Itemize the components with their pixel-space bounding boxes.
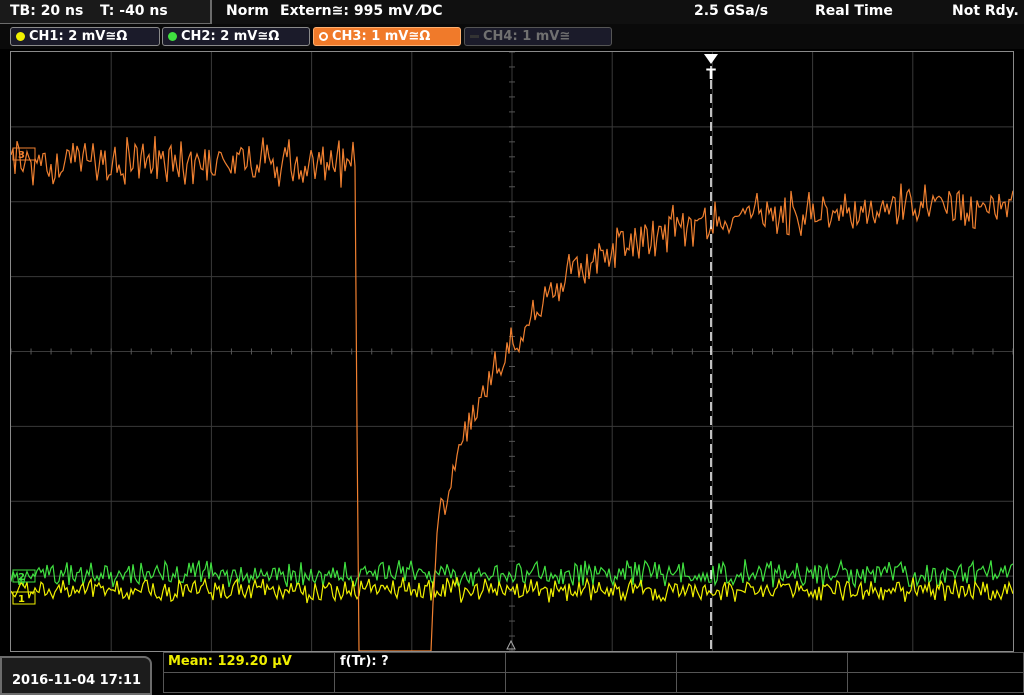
channel-3-button[interactable]: CH3: 1 mV≅Ω (313, 27, 461, 46)
timebase-box[interactable]: TB: 20 ns T: -40 ns (0, 0, 212, 24)
measurement-cell-10[interactable] (847, 672, 1024, 693)
measurement-cell-4[interactable] (676, 652, 848, 673)
acquisition-mode-label[interactable]: Real Time (815, 3, 893, 19)
measurement-cell-5[interactable] (847, 652, 1024, 673)
sample-rate-label[interactable]: 2.5 GSa/s (694, 3, 768, 19)
measurement-cell-9[interactable] (676, 672, 848, 693)
status-bar: TB: 20 ns T: -40 ns Norm Extern≅: 995 mV… (0, 0, 1024, 24)
measurement-cell-6[interactable] (163, 672, 335, 693)
channel-1-offset-label: 1 (18, 594, 25, 605)
graticule (11, 52, 1013, 651)
channel-2-offset-label: 2 (18, 572, 25, 583)
channel-2-label: CH2: 2 mV≅Ω (181, 29, 280, 44)
mean-measurement: Mean: 129.20 µV (168, 654, 292, 669)
datetime-label: 2016-11-04 17:11 (12, 673, 142, 688)
channel-4-button[interactable]: CH4: 1 mV≅ (464, 27, 612, 46)
channel-3-indicator-icon (319, 32, 328, 41)
channel-4-indicator-icon (470, 35, 479, 38)
rise-time-measurement: f(Tr): ? (340, 654, 389, 669)
channel-4-label: CH4: 1 mV≅ (483, 29, 571, 44)
channel-1-indicator-icon (16, 32, 25, 41)
measurement-bar: Mean: 129.20 µV f(Tr): ? (0, 652, 1024, 695)
channel-bar: CH1: 2 mV≅Ω CH2: 2 mV≅Ω CH3: 1 mV≅Ω CH4:… (0, 24, 1024, 49)
datetime-box: 2016-11-04 17:11 (0, 656, 152, 695)
measurement-cell-3[interactable] (505, 652, 677, 673)
trigger-source-label[interactable]: Extern≅: 995 mV ⁄DC (280, 3, 442, 19)
trigger-delay-marker-icon (506, 639, 516, 650)
waveform-canvas[interactable]: T 3 2 1 (11, 52, 1013, 651)
acquisition-state-label: Not Rdy. (952, 3, 1019, 19)
trigger-time-label[interactable]: T: -40 ns (100, 3, 168, 19)
channel-2-indicator-icon (168, 32, 177, 41)
measurement-cell-8[interactable] (505, 672, 677, 693)
trigger-marker-label: T (706, 67, 716, 83)
channel-1-button[interactable]: CH1: 2 mV≅Ω (10, 27, 160, 46)
waveform-display[interactable]: T 3 2 1 (10, 51, 1014, 652)
timebase-label[interactable]: TB: 20 ns (10, 3, 83, 19)
channel-1-label: CH1: 2 mV≅Ω (29, 29, 128, 44)
channel-3-offset-label: 3 (18, 150, 25, 161)
trigger-mode-label[interactable]: Norm (226, 3, 269, 19)
measurement-cell-7[interactable] (334, 672, 506, 693)
trigger-position-arrow-icon[interactable] (704, 54, 718, 64)
channel-2-button[interactable]: CH2: 2 mV≅Ω (162, 27, 310, 46)
channel-3-label: CH3: 1 mV≅Ω (332, 29, 431, 44)
